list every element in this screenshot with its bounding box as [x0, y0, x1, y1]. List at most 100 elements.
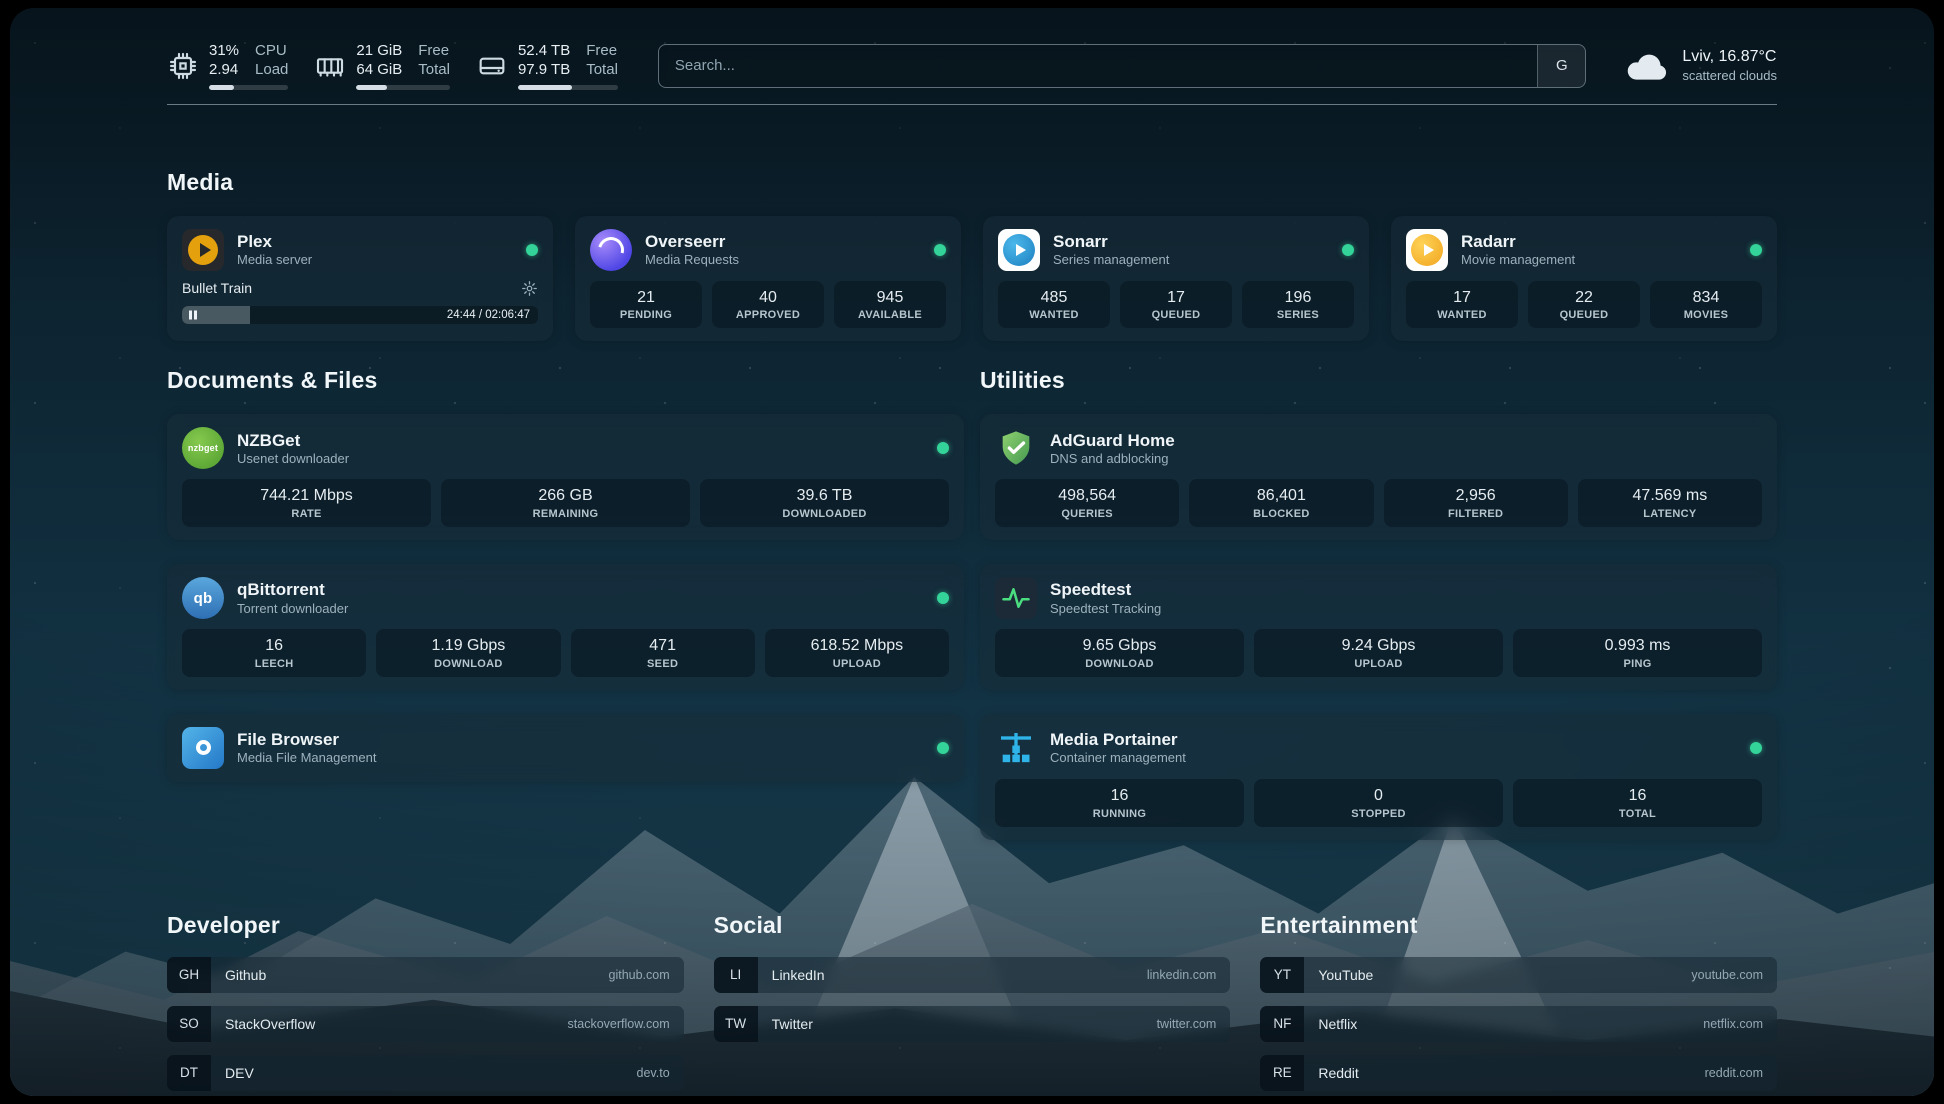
- nzbget-icon-text: nzbget: [188, 443, 218, 453]
- service-name: Sonarr: [1053, 231, 1169, 252]
- bookmark-abbr: TW: [714, 1006, 758, 1042]
- stat-label: FILTERED: [1388, 508, 1564, 520]
- bookmark-netflix[interactable]: NF Netflix netflix.com: [1260, 1006, 1777, 1042]
- qbittorrent-header: qb qBittorrent Torrent downloader: [182, 577, 949, 619]
- speedtest-pulse-icon: [995, 577, 1037, 619]
- status-dot: [526, 244, 538, 256]
- adguard-title-block: AdGuard Home DNS and adblocking: [1050, 430, 1175, 468]
- bookmark-abbr: LI: [714, 957, 758, 993]
- stat-value: 498,564: [999, 486, 1175, 507]
- stat-ping: 0.993 ms PING: [1513, 629, 1762, 677]
- bookmark-name: Twitter: [772, 1016, 813, 1032]
- disk-widget-rows: 52.4 TB 97.9 TB Free Total: [518, 42, 618, 80]
- service-card-sonarr[interactable]: Sonarr Series management 485 WANTED 17 Q…: [983, 216, 1369, 342]
- service-name: Radarr: [1461, 231, 1575, 252]
- plex-icon-chevron: [200, 243, 211, 257]
- service-card-qbittorrent[interactable]: qb qBittorrent Torrent downloader 16 LEE…: [167, 564, 964, 690]
- stat-upload: 9.24 Gbps UPLOAD: [1254, 629, 1503, 677]
- disk-total-label: Total: [586, 61, 618, 80]
- cpu-labels: CPU Load: [255, 42, 288, 80]
- cpu-chip-icon: [167, 50, 199, 82]
- service-description: Media Requests: [645, 252, 739, 268]
- search-input[interactable]: [659, 45, 1537, 87]
- radarr-icon-circle: [1411, 234, 1443, 266]
- bookmark-dev[interactable]: DT DEV dev.to: [167, 1055, 684, 1091]
- overseerr-title-block: Overseerr Media Requests: [645, 231, 739, 269]
- nzbget-title-block: NZBGet Usenet downloader: [237, 430, 349, 468]
- service-card-radarr[interactable]: Radarr Movie management 17 WANTED 22 QUE…: [1391, 216, 1777, 342]
- media-section: Media Plex Media server: [167, 169, 1777, 342]
- media-section-title: Media: [167, 169, 1777, 196]
- bookmark-twitter[interactable]: TW Twitter twitter.com: [714, 1006, 1231, 1042]
- service-card-portainer[interactable]: Media Portainer Container management 16 …: [980, 714, 1777, 840]
- adguard-shield-icon: [995, 427, 1037, 469]
- service-card-plex[interactable]: Plex Media server Bullet Train: [167, 216, 553, 342]
- stat-value: 834: [1654, 288, 1758, 309]
- sonarr-header: Sonarr Series management: [998, 229, 1354, 271]
- bookmark-name: DEV: [225, 1065, 254, 1081]
- radarr-title-block: Radarr Movie management: [1461, 231, 1575, 269]
- filebrowser-icon: [182, 727, 224, 769]
- radarr-icon: [1406, 229, 1448, 271]
- nzbget-icon: nzbget: [182, 427, 224, 469]
- service-description: Media server: [237, 252, 312, 268]
- utilities-section-title: Utilities: [980, 367, 1777, 394]
- bookmarks-section: Developer GH Github github.com SO StackO…: [167, 912, 1777, 1096]
- stat-label: RUNNING: [999, 808, 1240, 820]
- bookmark-github[interactable]: GH Github github.com: [167, 957, 684, 993]
- status-dot: [937, 592, 949, 604]
- stat-download: 1.19 Gbps DOWNLOAD: [376, 629, 560, 677]
- nzbget-header: nzbget NZBGet Usenet downloader: [182, 427, 949, 469]
- qbittorrent-stats: 16 LEECH 1.19 Gbps DOWNLOAD 471 SEED 6: [182, 629, 949, 677]
- bookmark-name: Netflix: [1318, 1016, 1357, 1032]
- gear-icon[interactable]: [521, 280, 538, 297]
- service-card-nzbget[interactable]: nzbget NZBGet Usenet downloader 744.21 M…: [167, 414, 964, 540]
- portainer-crane-icon: [995, 727, 1037, 769]
- portainer-title-block: Media Portainer Container management: [1050, 729, 1186, 767]
- service-card-speedtest[interactable]: Speedtest Speedtest Tracking 9.65 Gbps D…: [980, 564, 1777, 690]
- stat-value: 22: [1532, 288, 1636, 309]
- bookmark-stackoverflow[interactable]: SO StackOverflow stackoverflow.com: [167, 1006, 684, 1042]
- overseerr-header: Overseerr Media Requests: [590, 229, 946, 271]
- documents-section: Documents & Files nzbget NZBGet Usenet d…: [167, 367, 964, 863]
- stat-label: QUEUED: [1124, 309, 1228, 321]
- pause-icon: [189, 310, 197, 319]
- service-name: qBittorrent: [237, 579, 348, 600]
- cpu-progress-bar: [209, 85, 288, 90]
- bookmark-reddit[interactable]: RE Reddit reddit.com: [1260, 1055, 1777, 1091]
- bookmark-abbr: NF: [1260, 1006, 1304, 1042]
- plex-header: Plex Media server: [182, 229, 538, 271]
- stat-label: MOVIES: [1654, 309, 1758, 321]
- disk-total-value: 97.9 TB: [518, 61, 570, 80]
- bookmark-url: twitter.com: [1157, 1017, 1217, 1031]
- service-description: Container management: [1050, 750, 1186, 766]
- bookmark-name: YouTube: [1318, 967, 1373, 983]
- service-card-adguard[interactable]: AdGuard Home DNS and adblocking 498,564 …: [980, 414, 1777, 540]
- stat-value: 16: [999, 786, 1240, 807]
- cpu-widget-body: 31% 2.94 CPU Load: [209, 42, 288, 90]
- stat-upload: 618.52 Mbps UPLOAD: [765, 629, 949, 677]
- plex-now-playing-row: Bullet Train: [182, 280, 538, 297]
- qbittorrent-icon-text: qb: [194, 590, 213, 607]
- service-card-filebrowser[interactable]: File Browser Media File Management: [167, 714, 964, 782]
- service-description: Series management: [1053, 252, 1169, 268]
- search-provider-button[interactable]: G: [1537, 45, 1585, 87]
- resource-widgets: 31% 2.94 CPU Load: [167, 42, 618, 90]
- stat-label: PING: [1517, 658, 1758, 670]
- bookmark-youtube[interactable]: YT YouTube youtube.com: [1260, 957, 1777, 993]
- stat-value: 16: [186, 636, 362, 657]
- memory-widget: 21 GiB 64 GiB Free Total: [314, 42, 450, 90]
- bookmark-linkedin[interactable]: LI LinkedIn linkedin.com: [714, 957, 1231, 993]
- entertainment-section-title: Entertainment: [1260, 912, 1777, 939]
- stat-value: 17: [1124, 288, 1228, 309]
- stat-available: 945 AVAILABLE: [834, 281, 946, 329]
- service-card-overseerr[interactable]: Overseerr Media Requests 21 PENDING 40 A…: [575, 216, 961, 342]
- weather-widget: Lviv, 16.87°C scattered clouds: [1624, 47, 1777, 85]
- stat-value: 21: [594, 288, 698, 309]
- dashboard-page: 31% 2.94 CPU Load: [10, 8, 1934, 1096]
- stat-value: 744.21 Mbps: [186, 486, 427, 507]
- stat-label: PENDING: [594, 309, 698, 321]
- stat-pending: 21 PENDING: [590, 281, 702, 329]
- cpu-widget: 31% 2.94 CPU Load: [167, 42, 288, 90]
- memory-widget-body: 21 GiB 64 GiB Free Total: [356, 42, 450, 90]
